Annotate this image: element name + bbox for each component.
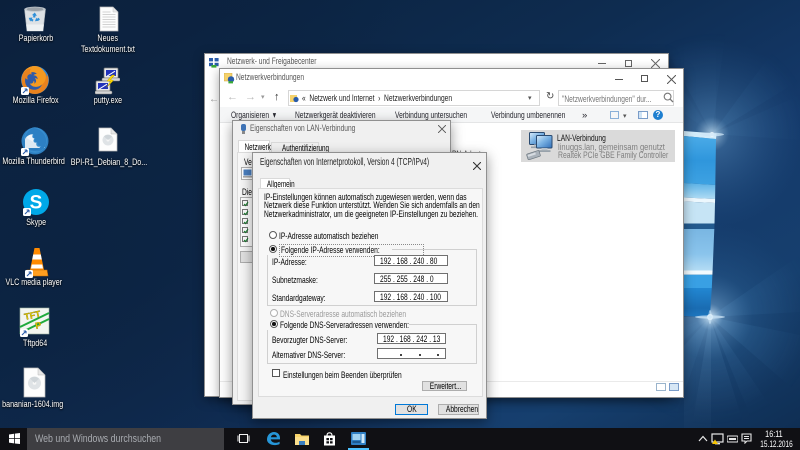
- svg-text:S: S: [30, 193, 43, 214]
